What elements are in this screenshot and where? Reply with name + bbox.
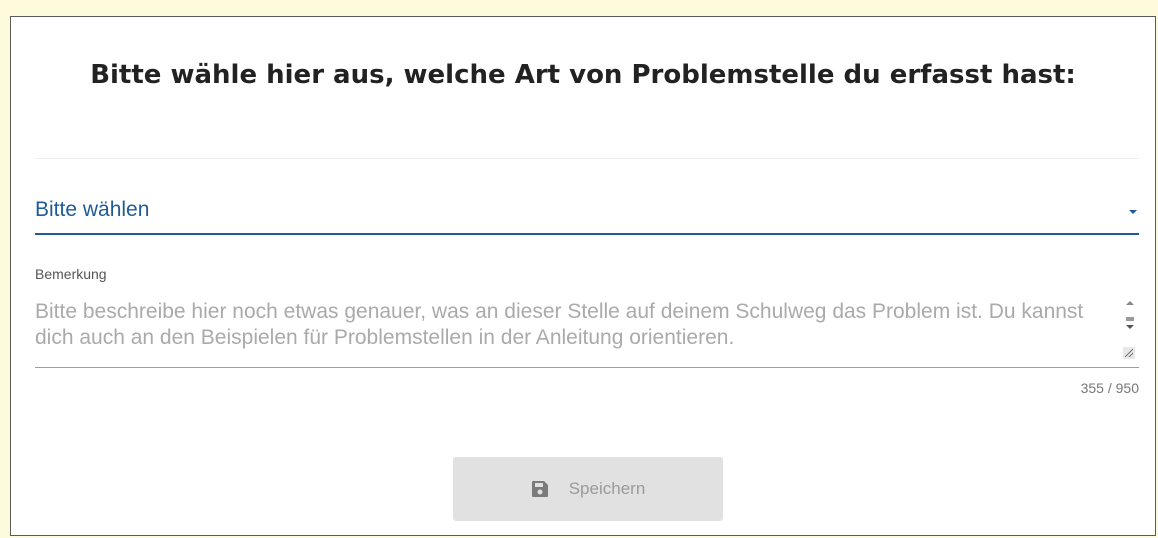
scroll-down-arrow-icon[interactable] (1126, 325, 1134, 329)
dialog-title: Bitte wähle hier aus, welche Art von Pro… (90, 60, 1076, 90)
character-counter: 355 / 950 (1080, 380, 1139, 396)
save-button-label: Speichern (568, 479, 646, 498)
dialog-card: Bitte wähle hier aus, welche Art von Pro… (10, 16, 1156, 536)
textarea-scrollbar[interactable] (1123, 297, 1137, 361)
scroll-up-arrow-icon[interactable] (1126, 301, 1134, 305)
floppy-disk-icon (531, 481, 548, 497)
chevron-down-icon (1129, 210, 1137, 214)
remark-field (35, 297, 1139, 368)
remark-textarea[interactable] (35, 299, 1109, 359)
resize-grip-icon[interactable] (1123, 347, 1135, 359)
scroll-thumb[interactable] (1126, 317, 1134, 321)
save-button[interactable]: Speichern (453, 457, 723, 521)
remark-label: Bemerkung (35, 266, 107, 282)
problem-type-select[interactable]: Bitte wählen (35, 195, 1139, 235)
divider (35, 158, 1139, 159)
select-value: Bitte wählen (35, 198, 150, 221)
